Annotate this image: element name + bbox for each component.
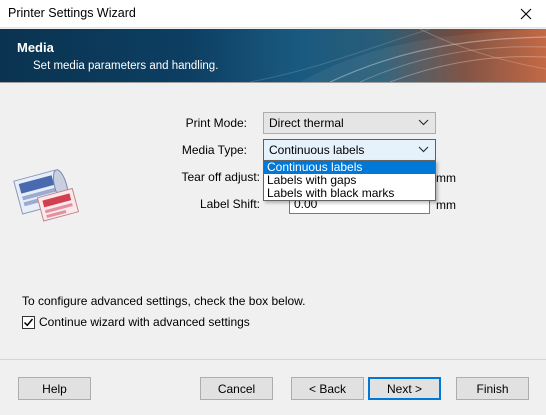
back-button[interactable]: < Back bbox=[291, 377, 364, 400]
tear-off-label: Tear off adjust: bbox=[181, 170, 261, 184]
media-type-option[interactable]: Labels with black marks bbox=[264, 187, 435, 200]
advanced-settings-label: Continue wizard with advanced settings bbox=[39, 315, 250, 329]
media-type-dropdown: Continuous labels Labels with gaps Label… bbox=[263, 160, 436, 201]
title-bar: Printer Settings Wizard bbox=[0, 0, 546, 28]
help-button[interactable]: Help bbox=[18, 377, 91, 400]
banner-decoration bbox=[249, 29, 546, 82]
print-mode-value: Direct thermal bbox=[269, 116, 344, 130]
print-mode-label: Print Mode: bbox=[185, 116, 247, 130]
next-button[interactable]: Next > bbox=[368, 377, 441, 400]
checkbox-box[interactable] bbox=[22, 315, 35, 329]
close-button[interactable] bbox=[506, 0, 546, 28]
close-icon bbox=[520, 8, 532, 20]
print-mode-select[interactable]: Direct thermal bbox=[263, 112, 436, 134]
chevron-down-icon bbox=[418, 119, 429, 126]
advanced-info-text: To configure advanced settings, check th… bbox=[22, 294, 306, 308]
cancel-button[interactable]: Cancel bbox=[200, 377, 273, 400]
media-type-value: Continuous labels bbox=[269, 143, 365, 157]
banner-subtitle: Set media parameters and handling. bbox=[33, 60, 219, 72]
label-roll-icon bbox=[13, 169, 80, 222]
finish-button[interactable]: Finish bbox=[456, 377, 529, 400]
media-type-select[interactable]: Continuous labels bbox=[263, 139, 436, 161]
tear-off-unit: mm bbox=[436, 171, 456, 185]
chevron-down-icon bbox=[418, 146, 429, 153]
header-banner: Media Set media parameters and handling. bbox=[0, 29, 546, 82]
label-shift-label: Label Shift: bbox=[199, 197, 260, 211]
label-shift-unit: mm bbox=[436, 198, 456, 212]
footer-separator bbox=[0, 359, 546, 360]
advanced-settings-checkbox[interactable]: Continue wizard with advanced settings bbox=[22, 315, 250, 329]
checkmark-icon bbox=[23, 318, 34, 326]
banner-separator bbox=[0, 82, 546, 83]
window-title: Printer Settings Wizard bbox=[8, 6, 136, 20]
media-type-label: Media Type: bbox=[181, 143, 247, 157]
banner-title: Media bbox=[17, 40, 54, 55]
